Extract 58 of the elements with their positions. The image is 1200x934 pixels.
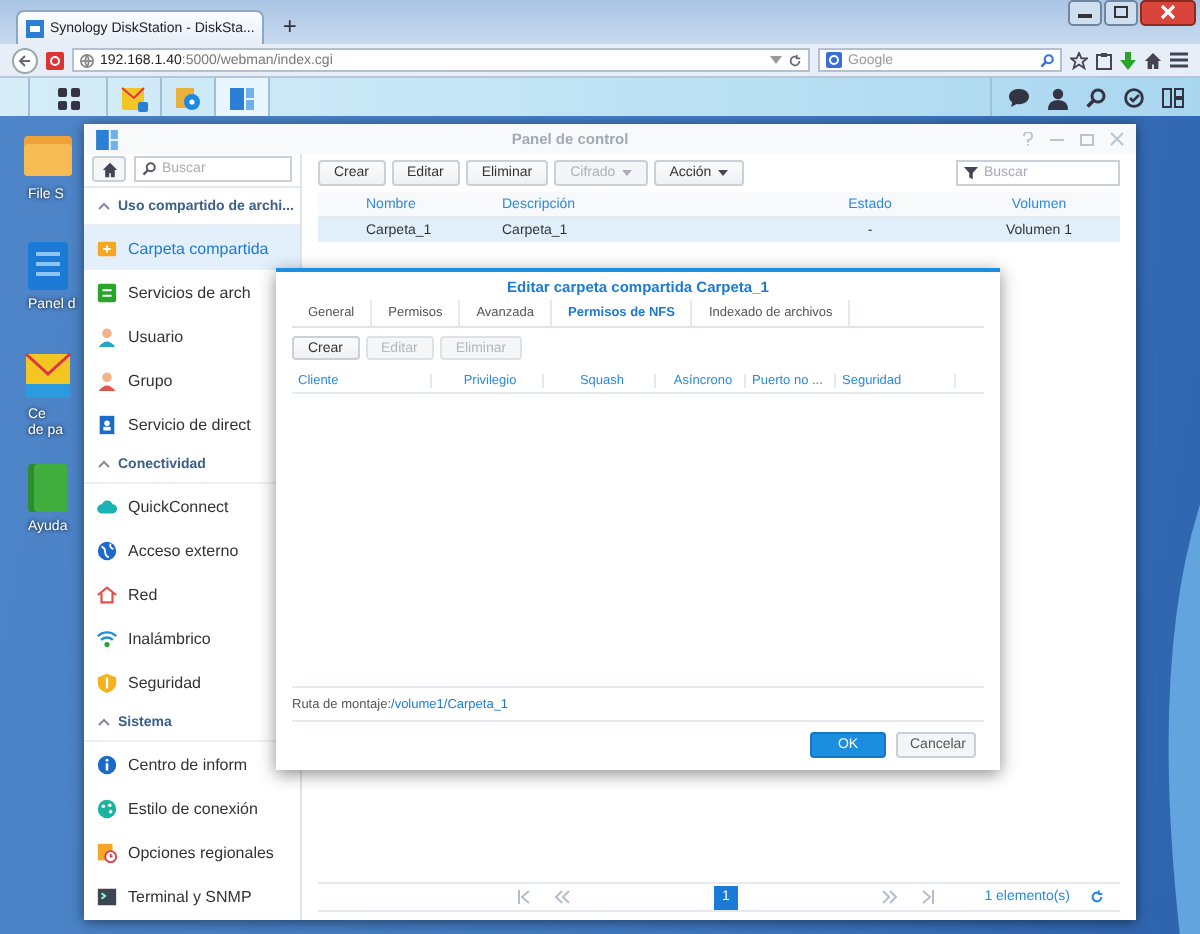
info-icon: [96, 753, 118, 775]
clipboard-icon[interactable]: [1096, 51, 1112, 69]
home-button[interactable]: [92, 156, 126, 182]
calendar-icon: [96, 841, 118, 863]
search-icon: [142, 162, 156, 176]
globe-icon: [96, 539, 118, 561]
sidebar-item[interactable]: Estilo de conexión: [84, 786, 300, 830]
sidebar-item[interactable]: Inalámbrico: [84, 616, 300, 660]
arrow-left-icon: [18, 53, 32, 67]
envelope-icon: [120, 85, 148, 111]
close-button[interactable]: [1140, 0, 1196, 26]
minimize-button[interactable]: [1068, 0, 1102, 26]
palette-icon: [96, 797, 118, 819]
contact-card-icon: [96, 413, 118, 435]
download-icon[interactable]: [1120, 51, 1136, 69]
app-icon: [20, 348, 76, 404]
refresh-icon[interactable]: [1090, 890, 1104, 904]
widgets-icon[interactable]: [1162, 88, 1184, 108]
search-icon[interactable]: [1086, 88, 1106, 108]
sidebar-item[interactable]: Opciones regionales: [84, 830, 300, 874]
search-icon[interactable]: [1040, 53, 1054, 67]
chevron-up-icon: [98, 460, 110, 468]
sidebar-item[interactable]: Servicio de direct: [84, 402, 300, 446]
reload-icon[interactable]: [788, 53, 802, 67]
house-icon: [96, 583, 118, 605]
shield-icon: [96, 671, 118, 693]
sidebar-item[interactable]: Terminal y SNMP: [84, 874, 300, 918]
chevron-up-icon: [98, 718, 110, 726]
home-icon: [101, 161, 117, 177]
control-panel-icon: [230, 87, 254, 109]
chevron-up-icon: [98, 202, 110, 210]
globe-icon: [80, 53, 94, 67]
sidebar-item[interactable]: Red: [84, 572, 300, 616]
user-icon[interactable]: [1048, 87, 1068, 109]
sidebar-item[interactable]: QuickConnect: [84, 484, 300, 528]
user-icon: [96, 369, 118, 391]
user-icon: [96, 325, 118, 347]
control-panel-app-button[interactable]: [216, 78, 270, 118]
wifi-icon: [96, 627, 118, 649]
filter-icon: [964, 166, 978, 180]
grid-icon: [57, 87, 79, 109]
back-button[interactable]: [12, 47, 38, 73]
cloud-icon: [96, 495, 118, 517]
dropdown-icon[interactable]: [770, 55, 782, 65]
folder-icon: [96, 237, 118, 259]
maximize-button[interactable]: [1104, 0, 1138, 26]
chat-icon[interactable]: [1008, 88, 1030, 108]
menu-icon[interactable]: [1170, 52, 1188, 68]
star-icon[interactable]: [1070, 51, 1088, 69]
home-icon[interactable]: [1144, 51, 1162, 69]
sidebar-item[interactable]: Carpeta compartida: [84, 226, 300, 270]
disc-icon: [174, 85, 202, 111]
share-icon: [96, 281, 118, 303]
sidebar-item[interactable]: Acceso externo: [84, 528, 300, 572]
sidebar-item[interactable]: Centro de inform: [84, 742, 300, 786]
control-panel-icon: [96, 129, 118, 149]
terminal-icon: [96, 885, 118, 907]
new-tab-button[interactable]: +: [272, 12, 307, 44]
